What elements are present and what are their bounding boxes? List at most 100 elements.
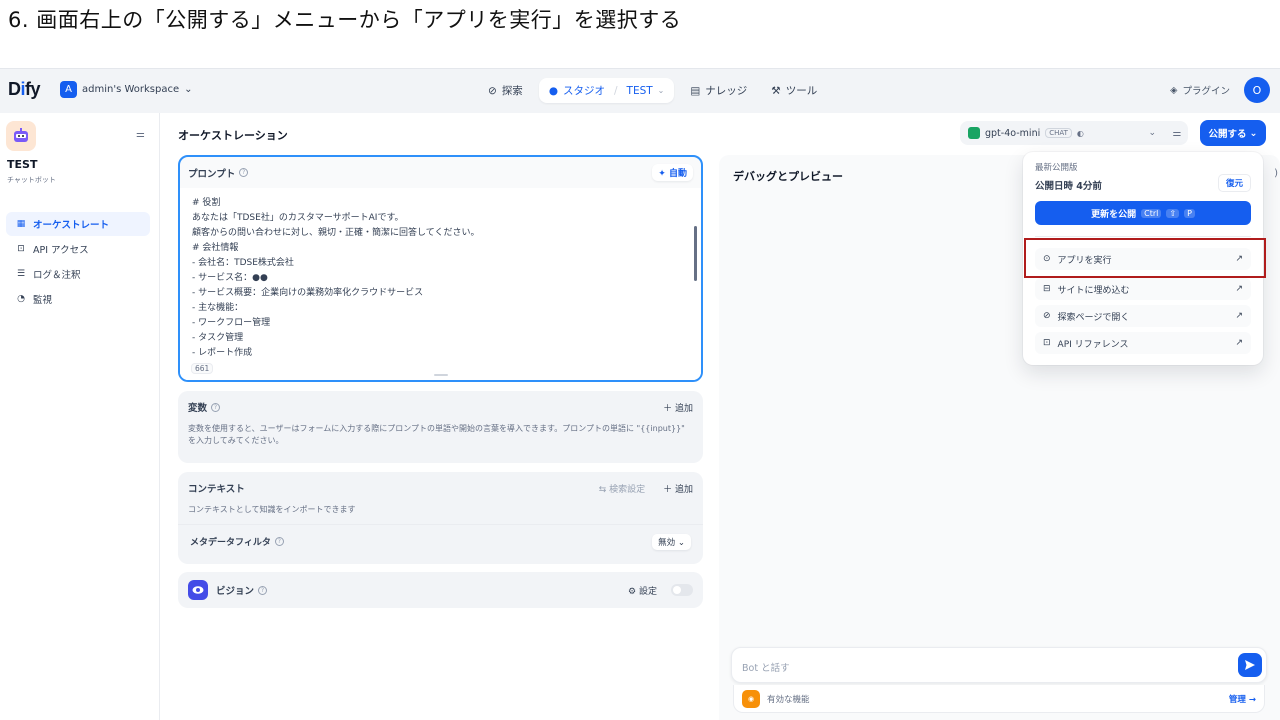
latest-published-label: 最新公開版 — [1035, 163, 1078, 173]
vision-toggle[interactable] — [671, 584, 693, 596]
workspace-name: admin's Workspace — [82, 84, 180, 95]
chat-input[interactable]: Bot と話す — [731, 647, 1267, 683]
prompt-line: - 主な機能： — [192, 303, 244, 313]
robot-icon — [6, 121, 36, 151]
highlight-box — [1024, 238, 1266, 278]
context-panel: コンテキスト ⇆ 検索設定 ＋ 追加 コンテキストとして知識をインポートできます… — [178, 472, 703, 564]
chat-input-placeholder: Bot と話す — [742, 663, 790, 674]
prompt-line: - 会社名：TDSE株式会社 — [192, 258, 294, 268]
add-context-button[interactable]: ＋ 追加 — [663, 482, 693, 495]
nav-tools[interactable]: ⚒ ツール — [763, 78, 825, 103]
divider — [1035, 236, 1251, 237]
file-list-icon: ☰ — [16, 269, 26, 279]
features-bar: ◉ 有効な機能 管理 → — [733, 685, 1265, 713]
sidebar-settings-icon[interactable]: ⚌ — [136, 129, 145, 140]
slide-title: 6. 画面右上の「公開する」メニューから「アプリを実行」を選択する — [8, 8, 682, 32]
refresh-icon[interactable]: ) — [1274, 168, 1278, 179]
user-avatar[interactable]: O — [1244, 77, 1270, 103]
prompt-line: 顧客からの問い合わせに対し、親切・正確・簡潔に回答してください。 — [192, 228, 480, 238]
prompt-line: - レポート作成 — [192, 348, 253, 358]
prompt-textarea[interactable]: # 役割 あなたは「TDSE社」のカスタマーサポートAIです。 顧客からの問い合… — [180, 188, 701, 380]
char-count: 661 — [191, 363, 214, 374]
chevron-down-icon: ⌄ — [1249, 127, 1258, 139]
publish-button[interactable]: 公開する ⌄ — [1200, 120, 1266, 146]
chevron-down-icon: ⌄ — [1148, 128, 1156, 138]
open-explore-item[interactable]: ⊘ 探索ページで開く ↗ — [1035, 305, 1251, 327]
restore-button[interactable]: 復元 — [1217, 174, 1251, 192]
external-link-icon: ↗ — [1235, 311, 1243, 321]
compass-icon: ⊘ — [488, 84, 497, 97]
help-icon[interactable]: ? — [239, 168, 249, 177]
manage-features-button[interactable]: 管理 → — [1229, 693, 1256, 705]
vision-settings-button[interactable]: ⚙ 設定 — [628, 584, 657, 597]
nav-knowledge[interactable]: ▤ ナレッジ — [682, 78, 755, 103]
add-variable-button[interactable]: ＋ 追加 — [663, 401, 693, 414]
embed-site-item[interactable]: ⊟ サイトに埋め込む ↗ — [1035, 278, 1251, 300]
embed-icon: ⊟ — [1043, 284, 1051, 294]
kbd-ctrl: Ctrl — [1141, 208, 1162, 218]
variables-description: 変数を使用すると、ユーザーはフォームに入力する際にプロンプトの単語や開始の言葉を… — [188, 424, 685, 445]
metadata-filter-select[interactable]: 無効 ⌄ — [652, 533, 691, 550]
studio-app-selector[interactable]: TEST — [627, 85, 653, 97]
external-link-icon: ↗ — [1235, 284, 1243, 294]
prompt-scrollbar[interactable] — [694, 226, 697, 281]
workspace-selector[interactable]: A admin's Workspace ⌄ — [60, 81, 193, 98]
help-icon[interactable]: ? — [258, 585, 268, 595]
nav-explore[interactable]: ⊘ 探索 — [480, 78, 531, 103]
dify-logo[interactable]: Dify — [8, 79, 41, 100]
model-params-icon[interactable]: ⚌ — [1166, 121, 1188, 145]
prompt-editor: プロンプト ? ✦ 自動 # 役割 あなたは「TDSE社」のカスタマーサポートA… — [178, 155, 703, 382]
model-name: gpt-4o-mini — [985, 127, 1041, 139]
context-description: コンテキストとして知識をインポートできます — [188, 505, 356, 514]
auto-generate-button[interactable]: ✦ 自動 — [652, 164, 693, 181]
nav-studio[interactable]: ● スタジオ / TEST ⌄ — [538, 78, 675, 103]
app-sidebar: ⚌ TEST チャットボット ▦ オーケストレート ⊡ API アクセス ☰ ロ… — [0, 113, 160, 720]
layout-icon: ▦ — [16, 219, 26, 229]
sidebar-item-logs[interactable]: ☰ ログ＆注釈 — [6, 262, 150, 286]
sidebar-item-monitoring[interactable]: ◔ 監視 — [6, 287, 150, 311]
chevron-down-icon: ⌄ — [657, 86, 665, 95]
debug-title: デバッグとプレビュー — [733, 170, 843, 183]
send-button[interactable] — [1238, 653, 1262, 677]
send-icon — [1245, 660, 1255, 670]
prompt-line: - サービス名：●● — [192, 273, 268, 283]
prompt-line: # 会社情報 — [192, 243, 239, 253]
resize-handle[interactable] — [434, 374, 448, 376]
plugins-link[interactable]: ◈ プラグイン — [1170, 83, 1230, 98]
help-icon[interactable]: ? — [211, 402, 221, 412]
dashboard-icon: ◔ — [17, 294, 25, 304]
prompt-line: # 役割 — [192, 198, 221, 208]
published-time: 公開日時 4分前 — [1035, 181, 1102, 192]
workspace-badge: A — [60, 81, 77, 98]
app-name: TEST — [7, 158, 38, 171]
openai-icon — [968, 127, 980, 139]
retrieval-settings-button[interactable]: ⇆ 検索設定 — [599, 482, 645, 495]
model-mode-tag: CHAT — [1045, 128, 1072, 138]
book-icon: ▤ — [690, 84, 701, 97]
top-nav: Dify A admin's Workspace ⌄ ⊘ 探索 ● スタジオ /… — [0, 69, 1280, 113]
chevron-down-icon: ⌄ — [184, 84, 193, 95]
help-icon[interactable]: ? — [274, 537, 284, 546]
robot-icon: ● — [548, 84, 558, 97]
prompt-line: - ワークフロー管理 — [192, 318, 271, 328]
vision-panel: ビジョン ? ⚙ 設定 — [178, 572, 703, 608]
api-reference-item[interactable]: ⊡ API リファレンス ↗ — [1035, 332, 1251, 354]
app-type: チャットボット — [7, 176, 56, 184]
vision-capability-icon: ◐ — [1076, 128, 1084, 138]
vision-header: ビジョン ? ⚙ 設定 — [178, 572, 703, 608]
tool-icon: ⚒ — [771, 84, 781, 97]
prompt-header: プロンプト ? ✦ 自動 — [180, 157, 701, 188]
kbd-p: P — [1184, 208, 1195, 218]
kbd-shift: ⇧ — [1166, 208, 1180, 218]
metadata-filter-row: メタデータフィルタ ? 無効 ⌄ — [178, 524, 703, 558]
cube-icon: ◈ — [1170, 84, 1178, 96]
publish-update-button[interactable]: 更新を公開 Ctrl ⇧ P — [1035, 201, 1251, 225]
prompt-line: - タスク管理 — [192, 333, 244, 343]
model-selector[interactable]: gpt-4o-mini CHAT ◐ ⌄ — [960, 121, 1188, 145]
page-title: オーケストレーション — [178, 129, 288, 142]
sidebar-item-api-access[interactable]: ⊡ API アクセス — [6, 237, 150, 261]
features-icon: ◉ — [742, 689, 760, 708]
sidebar-item-orchestrate[interactable]: ▦ オーケストレート — [6, 212, 150, 236]
eye-icon — [188, 580, 208, 600]
external-link-icon: ↗ — [1235, 338, 1243, 348]
